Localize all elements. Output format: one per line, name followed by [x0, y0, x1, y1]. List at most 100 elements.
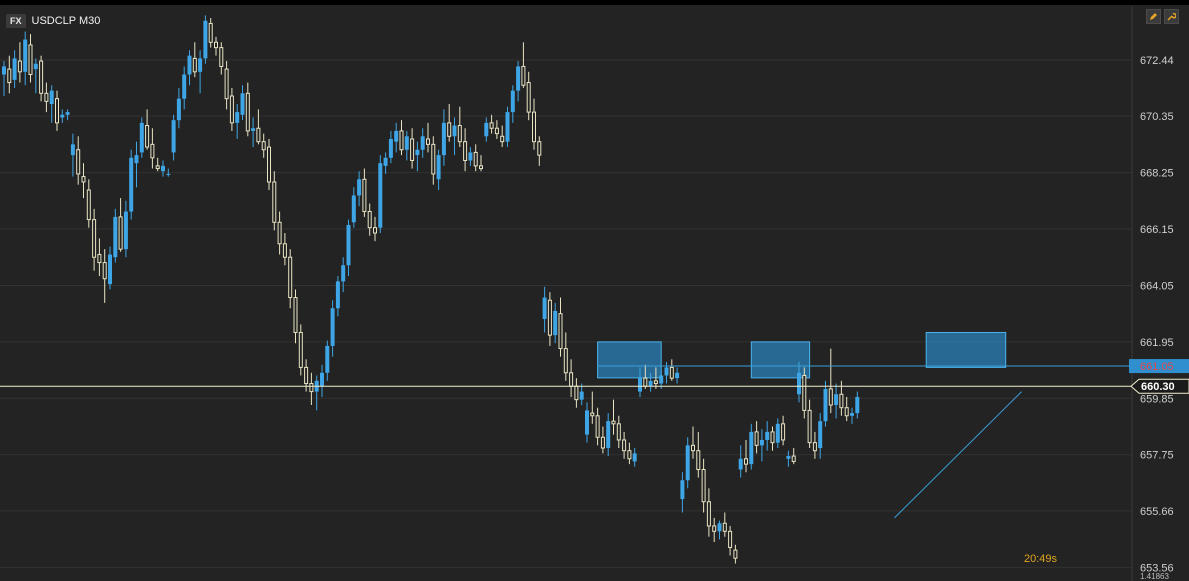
- candle-body: [2, 66, 6, 75]
- price-tick-label: 664.05: [1140, 280, 1174, 292]
- candle-body: [579, 391, 584, 400]
- candle-body: [473, 151, 478, 167]
- fx-badge: FX: [6, 14, 26, 28]
- candle-body: [643, 377, 648, 387]
- candles: [2, 15, 860, 564]
- price-tick-label: 670.35: [1140, 111, 1174, 123]
- lines: [0, 365, 1132, 519]
- candle-body: [298, 331, 303, 368]
- candle-body: [145, 125, 150, 148]
- candle-body: [176, 98, 181, 121]
- candle-body: [733, 549, 738, 559]
- candle-body: [611, 420, 616, 425]
- candle-body: [39, 60, 44, 94]
- candle-body: [373, 227, 377, 234]
- candle-body: [770, 431, 775, 444]
- candle-body: [521, 65, 526, 86]
- candle-body: [468, 152, 473, 161]
- candle-body: [113, 216, 118, 258]
- price-tick-label: 657.75: [1140, 450, 1174, 462]
- price-axis: 672.44 670.35 668.25 666.15 664.05 661.95 659.…: [1129, 6, 1189, 581]
- bottom-value-label: 1.41863: [1140, 572, 1169, 581]
- price-tick-label: 655.66: [1140, 506, 1174, 518]
- candle-body: [759, 439, 764, 446]
- candle-body: [267, 146, 271, 183]
- candle-body: [28, 44, 33, 75]
- candle-body: [102, 262, 107, 280]
- chart-toolbar: [1146, 9, 1179, 24]
- candle-body: [49, 90, 54, 105]
- price-tick-label: 668.25: [1140, 168, 1174, 180]
- candle-body: [277, 221, 282, 245]
- candle-body: [346, 224, 351, 266]
- candle-body: [744, 458, 748, 465]
- pencil-icon[interactable]: [1146, 9, 1161, 24]
- symbol-label: USDCLP M30: [31, 15, 101, 27]
- candle-body: [192, 57, 197, 73]
- candle-body: [60, 114, 65, 118]
- price-tick-label: 661.95: [1140, 337, 1174, 349]
- candle-body: [463, 141, 468, 161]
- candle-body: [505, 112, 510, 142]
- candle-body: [251, 128, 256, 131]
- candle-body: [823, 388, 828, 422]
- candle-body: [547, 299, 552, 336]
- candle-body: [229, 95, 234, 124]
- candle-body: [563, 348, 568, 374]
- candle-body: [410, 138, 415, 161]
- supply-zone: [750, 341, 811, 379]
- candle-body: [182, 74, 187, 99]
- candle-body: [436, 155, 441, 180]
- price-tick-label: 666.15: [1140, 224, 1174, 236]
- candle-body: [351, 195, 356, 223]
- candle-body: [235, 112, 240, 123]
- supply-zone: [597, 341, 662, 379]
- candle-body: [92, 219, 97, 258]
- zones: [597, 331, 1007, 379]
- candle-body: [367, 211, 372, 229]
- candle-body: [701, 469, 706, 503]
- candle-body: [187, 55, 192, 75]
- candle-body: [834, 394, 839, 406]
- candle-body: [648, 380, 653, 387]
- candle-body: [256, 127, 261, 143]
- wrench-icon[interactable]: [1164, 9, 1179, 24]
- candle-body: [208, 22, 213, 43]
- candle-body: [134, 155, 139, 164]
- candle-body: [415, 149, 420, 156]
- candle-body: [304, 366, 309, 385]
- candle-body: [622, 439, 627, 452]
- candle-body: [166, 173, 171, 175]
- candle-body: [150, 143, 155, 159]
- candle-body: [839, 393, 844, 409]
- candle-body: [722, 522, 727, 532]
- candle-body: [81, 176, 86, 183]
- candle-body: [664, 367, 669, 376]
- candle-body: [420, 136, 425, 150]
- candle-body: [569, 372, 574, 387]
- candle-body: [219, 47, 224, 67]
- candle-body: [574, 385, 579, 401]
- candle-body: [786, 456, 791, 459]
- candle-body: [812, 442, 817, 452]
- candle-body: [240, 93, 245, 115]
- candle-body: [362, 178, 367, 213]
- candle-body: [685, 445, 690, 481]
- candle-body: [754, 431, 759, 446]
- candle-body: [23, 39, 28, 72]
- candle-body: [282, 243, 287, 258]
- candlestick-chart[interactable]: 672.44 670.35 668.25 666.15 664.05 661.95 659.…: [0, 0, 1189, 581]
- candle-body: [653, 380, 658, 385]
- candle-body: [526, 82, 531, 113]
- candle-body: [139, 122, 144, 153]
- chart-area[interactable]: 672.44 670.35 668.25 666.15 664.05 661.95 659.…: [0, 0, 1189, 581]
- candle-body: [378, 163, 383, 228]
- candle-body: [532, 111, 536, 143]
- candle-body: [696, 450, 701, 471]
- candle-body: [489, 122, 494, 129]
- candle-body: [214, 41, 218, 49]
- candle-body: [595, 415, 600, 438]
- candle-timer: 20:49s: [1024, 553, 1058, 565]
- candle-body: [118, 216, 123, 250]
- candle-body: [494, 127, 499, 135]
